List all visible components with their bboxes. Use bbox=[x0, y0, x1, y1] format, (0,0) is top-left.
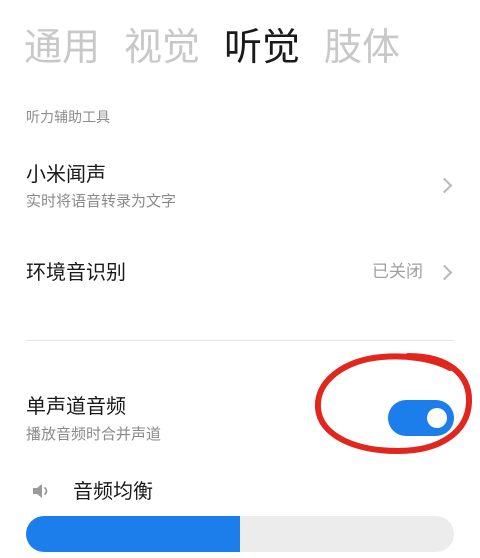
tab-vision[interactable]: 视觉 bbox=[124, 22, 200, 72]
toggle-knob bbox=[427, 408, 447, 428]
chevron-right-icon bbox=[436, 264, 453, 281]
xiaomi-wensheng-row[interactable]: 小米闻声 实时将语音转录为文字 bbox=[0, 150, 480, 228]
xiaomi-wensheng-subtitle: 实时将语音转录为文字 bbox=[26, 192, 177, 210]
speaker-icon bbox=[33, 484, 48, 498]
section-divider bbox=[26, 340, 454, 341]
chevron-right-icon bbox=[436, 177, 453, 194]
section-header-hearing-aids: 听力辅助工具 bbox=[26, 110, 110, 126]
tab-hearing[interactable]: 听觉 bbox=[224, 22, 300, 72]
xiaomi-wensheng-title: 小米闻声 bbox=[26, 162, 106, 186]
mono-audio-subtitle: 播放音频时合并声道 bbox=[26, 425, 162, 443]
ambient-sound-row[interactable]: 环境音识别 已关闭 bbox=[0, 248, 480, 296]
audio-balance-slider[interactable] bbox=[26, 516, 454, 552]
tab-physical[interactable]: 肢体 bbox=[324, 22, 400, 72]
ambient-sound-status: 已关闭 bbox=[372, 262, 423, 282]
tab-general[interactable]: 通用 bbox=[24, 22, 100, 72]
audio-balance-slider-fill bbox=[26, 516, 240, 552]
category-tabs: 通用 视觉 听觉 肢体 bbox=[24, 22, 400, 72]
mono-audio-toggle[interactable] bbox=[388, 400, 454, 436]
audio-balance-label: 音频均衡 bbox=[73, 479, 153, 503]
mono-audio-title: 单声道音频 bbox=[26, 394, 126, 418]
ambient-sound-title: 环境音识别 bbox=[26, 260, 126, 284]
